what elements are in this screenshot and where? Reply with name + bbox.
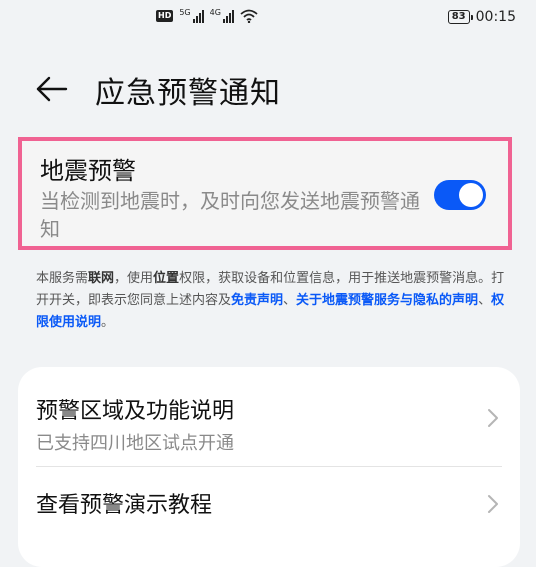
chevron-right-icon <box>488 409 498 427</box>
chevron-right-icon <box>488 495 498 513</box>
warning-area-info-item[interactable]: 预警区域及功能说明 已支持四川地区试点开通 <box>18 367 520 467</box>
wifi-icon <box>240 9 258 23</box>
service-notice: 本服务需联网，使用位置权限，获取设备和位置信息，用于推送地震预警消息。打开开关，… <box>36 268 506 334</box>
hd-icon: HD <box>156 10 174 22</box>
demo-tutorial-item[interactable]: 查看预警演示教程 <box>18 467 520 542</box>
notice-sep-1: 、 <box>283 293 297 308</box>
warning-area-info-subtitle: 已支持四川地区试点开通 <box>36 433 234 454</box>
notice-text-2: ，使用 <box>114 271 154 286</box>
signal-4g-icon: 4G <box>210 9 234 23</box>
options-card: 预警区域及功能说明 已支持四川地区试点开通 查看预警演示教程 <box>18 367 520 567</box>
page-title: 应急预警通知 <box>95 76 281 111</box>
privacy-statement-link[interactable]: 关于地震预警服务与隐私的声明 <box>296 293 478 308</box>
earthquake-warning-title: 地震预警 <box>40 157 136 185</box>
notice-location: 位置 <box>153 271 180 286</box>
signal-4g-label: 4G <box>209 8 221 17</box>
earthquake-warning-description: 当检测到地震时，及时向您发送地震预警通知 <box>40 189 420 241</box>
status-bar: HD 5G 4G 83 00:15 <box>0 0 536 36</box>
status-indicators: HD 5G 4G <box>156 9 258 23</box>
notice-network: 联网 <box>88 271 115 286</box>
arrow-left-icon <box>36 76 68 102</box>
notice-sep-2: 、 <box>478 293 492 308</box>
clock: 00:15 <box>475 9 516 25</box>
earthquake-warning-card: 地震预警 当检测到地震时，及时向您发送地震预警通知 <box>18 137 512 250</box>
disclaimer-link[interactable]: 免责声明 <box>231 293 283 308</box>
back-button[interactable] <box>32 70 70 108</box>
title-bar: 应急预警通知 <box>0 60 536 116</box>
battery-icon: 83 <box>447 10 473 24</box>
demo-tutorial-title: 查看预警演示教程 <box>36 493 213 518</box>
toggle-knob <box>459 183 483 207</box>
notice-end: 。 <box>101 315 115 330</box>
status-right: 83 00:15 <box>447 9 516 25</box>
earthquake-warning-toggle[interactable] <box>434 180 486 210</box>
signal-5g-label: 5G <box>179 8 191 17</box>
signal-5g-icon: 5G <box>179 8 204 23</box>
notice-text-1: 本服务需 <box>36 271 89 286</box>
warning-area-info-title: 预警区域及功能说明 <box>36 399 235 424</box>
